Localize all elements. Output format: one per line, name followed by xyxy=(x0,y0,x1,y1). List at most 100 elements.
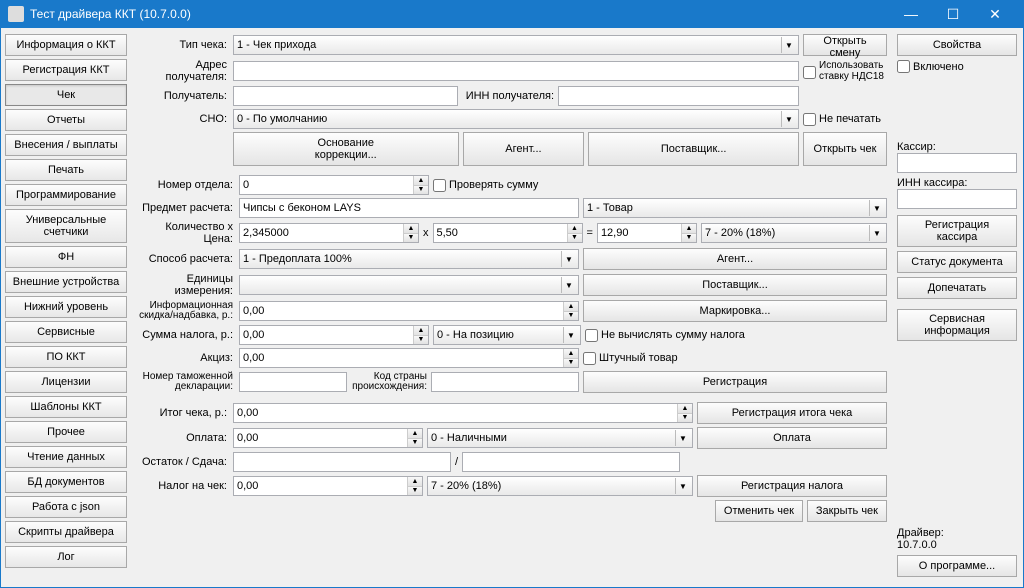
window-title: Тест драйвера ККТ (10.7.0.0) xyxy=(30,7,890,21)
recipient-addr-input[interactable] xyxy=(233,61,799,81)
sidebar-item-2[interactable]: Чек xyxy=(5,84,127,106)
check-type-label: Тип чека: xyxy=(137,39,229,51)
driver-version: 10.7.0.0 xyxy=(897,539,1017,551)
sidebar-item-13[interactable]: Лицензии xyxy=(5,371,127,393)
about-button[interactable]: О программе... xyxy=(897,555,1017,577)
chevron-down-icon: ▼ xyxy=(675,430,690,446)
check-type-select[interactable]: 1 - Чек прихода▼ xyxy=(233,35,799,55)
payment-type-select[interactable]: 0 - Наличными▼ xyxy=(427,428,693,448)
piece-checkbox[interactable] xyxy=(583,352,596,365)
supplier-button[interactable]: Поставщик... xyxy=(588,132,799,166)
sidebar-item-0[interactable]: Информация о ККТ xyxy=(5,34,127,56)
minimize-button[interactable]: — xyxy=(890,0,932,28)
driver-label: Драйвер: xyxy=(897,527,1017,539)
excise-label: Акциз: xyxy=(137,352,235,364)
tax-sum-label: Сумма налога, р.: xyxy=(137,329,235,341)
qty-input[interactable]: 2,345000▲▼ xyxy=(239,223,419,243)
dept-num-input[interactable]: 0▲▼ xyxy=(239,175,429,195)
excise-input[interactable]: 0,00▲▼ xyxy=(239,348,579,368)
sidebar-item-15[interactable]: Прочее xyxy=(5,421,127,443)
tax-mode-select[interactable]: 0 - На позицию▼ xyxy=(433,325,581,345)
price-input[interactable]: 5,50▲▼ xyxy=(433,223,583,243)
vat18-checkbox[interactable] xyxy=(803,66,816,79)
inn-recipient-input[interactable] xyxy=(558,86,799,106)
sidebar-item-7[interactable]: Универсальные счетчики xyxy=(5,209,127,243)
sidebar-item-18[interactable]: Работа с json xyxy=(5,496,127,518)
agent2-button[interactable]: Агент... xyxy=(583,248,887,270)
close-button[interactable]: ✕ xyxy=(974,0,1016,28)
info-discount-input[interactable]: 0,00▲▼ xyxy=(239,301,579,321)
payment-amount-input[interactable]: 0,00▲▼ xyxy=(233,428,423,448)
cashier-inn-input[interactable] xyxy=(897,189,1017,209)
check-tax-label: Налог на чек: xyxy=(137,480,229,492)
subject-label: Предмет расчета: xyxy=(137,202,235,214)
sidebar-item-17[interactable]: БД документов xyxy=(5,471,127,493)
sidebar-item-8[interactable]: ФН xyxy=(5,246,127,268)
subject-type-select[interactable]: 1 - Товар▼ xyxy=(583,198,887,218)
check-tax-input[interactable]: 0,00▲▼ xyxy=(233,476,423,496)
country-code-label: Код страныпроисхождения: xyxy=(351,372,427,392)
supplier2-button[interactable]: Поставщик... xyxy=(583,274,887,296)
sno-select[interactable]: 0 - По умолчанию▼ xyxy=(233,109,799,129)
reg-cashier-button[interactable]: Регистрациякассира xyxy=(897,215,1017,247)
customs-label: Номер таможеннойдекларации: xyxy=(137,372,235,392)
chevron-down-icon: ▼ xyxy=(561,277,576,293)
payment-method-label: Способ расчета: xyxy=(137,253,235,265)
no-calc-tax-checkbox[interactable] xyxy=(585,329,598,342)
marking-button[interactable]: Маркировка... xyxy=(583,300,887,322)
sidebar-item-16[interactable]: Чтение данных xyxy=(5,446,127,468)
sidebar-item-1[interactable]: Регистрация ККТ xyxy=(5,59,127,81)
check-sum-checkbox[interactable] xyxy=(433,179,446,192)
chevron-down-icon: ▼ xyxy=(563,327,578,343)
sidebar-item-4[interactable]: Внесения / выплаты xyxy=(5,134,127,156)
sidebar-item-11[interactable]: Сервисные xyxy=(5,321,127,343)
subject-input[interactable] xyxy=(239,198,579,218)
sidebar-item-12[interactable]: ПО ККТ xyxy=(5,346,127,368)
country-code-input[interactable] xyxy=(431,372,579,392)
payment-button[interactable]: Оплата xyxy=(697,427,887,449)
enabled-checkbox[interactable] xyxy=(897,60,910,73)
close-check-button[interactable]: Закрыть чек xyxy=(807,500,887,522)
doc-status-button[interactable]: Статус документа xyxy=(897,251,1017,273)
sidebar-item-5[interactable]: Печать xyxy=(5,159,127,181)
cashier-input[interactable] xyxy=(897,153,1017,173)
maximize-button[interactable]: ☐ xyxy=(932,0,974,28)
reg-total-button[interactable]: Регистрация итога чека xyxy=(697,402,887,424)
change-input[interactable] xyxy=(462,452,680,472)
sidebar-item-9[interactable]: Внешние устройства xyxy=(5,271,127,293)
check-total-input[interactable]: 0,00▲▼ xyxy=(233,403,693,423)
right-panel: Свойства Включено Кассир: ИНН кассира: Р… xyxy=(895,28,1023,587)
check-total-label: Итог чека, р.: xyxy=(137,407,229,419)
titlebar: Тест драйвера ККТ (10.7.0.0) — ☐ ✕ xyxy=(0,0,1024,28)
payment-label: Оплата: xyxy=(137,432,229,444)
inn-recipient-label: ИНН получателя: xyxy=(462,90,554,102)
sidebar-item-20[interactable]: Лог xyxy=(5,546,127,568)
total-input[interactable]: 12,90▲▼ xyxy=(597,223,697,243)
finish-print-button[interactable]: Допечатать xyxy=(897,277,1017,299)
sidebar-item-3[interactable]: Отчеты xyxy=(5,109,127,131)
sidebar-item-14[interactable]: Шаблоны ККТ xyxy=(5,396,127,418)
main-panel: Тип чека: 1 - Чек прихода▼ Открыть смену… xyxy=(131,28,895,587)
dont-print-checkbox[interactable] xyxy=(803,113,816,126)
open-shift-button[interactable]: Открыть смену xyxy=(803,34,887,56)
sidebar-item-6[interactable]: Программирование xyxy=(5,184,127,206)
registration-button[interactable]: Регистрация xyxy=(583,371,887,393)
remainder-input[interactable] xyxy=(233,452,451,472)
vat-select[interactable]: 7 - 20% (18%)▼ xyxy=(701,223,887,243)
sidebar-item-10[interactable]: Нижний уровень xyxy=(5,296,127,318)
service-info-button[interactable]: Сервиснаяинформация xyxy=(897,309,1017,341)
cancel-check-button[interactable]: Отменить чек xyxy=(715,500,803,522)
open-check-button[interactable]: Открыть чек xyxy=(803,132,887,166)
check-tax-type-select[interactable]: 7 - 20% (18%)▼ xyxy=(427,476,693,496)
correction-base-button[interactable]: Основаниекоррекции... xyxy=(233,132,459,166)
recipient-input[interactable] xyxy=(233,86,458,106)
reg-tax-button[interactable]: Регистрация налога xyxy=(697,475,887,497)
tax-sum-input[interactable]: 0,00▲▼ xyxy=(239,325,429,345)
sidebar-item-19[interactable]: Скрипты драйвера xyxy=(5,521,127,543)
agent-button[interactable]: Агент... xyxy=(463,132,585,166)
units-select[interactable]: ▼ xyxy=(239,275,579,295)
properties-button[interactable]: Свойства xyxy=(897,34,1017,56)
customs-num-input[interactable] xyxy=(239,372,347,392)
payment-method-select[interactable]: 1 - Предоплата 100%▼ xyxy=(239,249,579,269)
chevron-down-icon: ▼ xyxy=(869,200,884,216)
